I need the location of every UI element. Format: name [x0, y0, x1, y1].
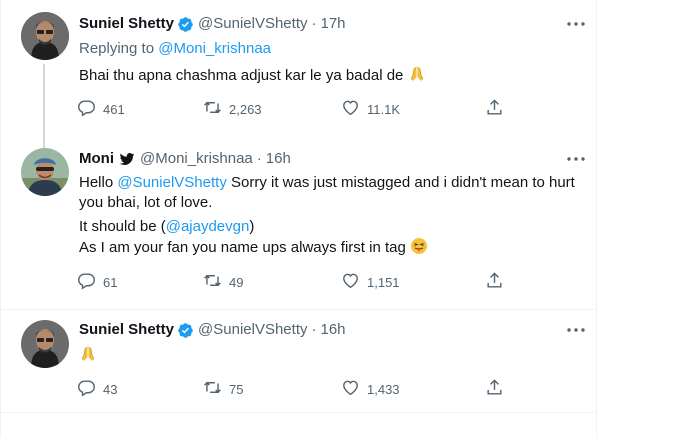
verified-badge-icon: [177, 16, 194, 33]
tweet-header: Suniel Shetty @SunielVShetty · 17h: [79, 14, 346, 34]
share-button[interactable]: [485, 377, 504, 401]
avatar[interactable]: [21, 12, 69, 60]
share-icon: [485, 271, 504, 293]
heart-icon: [341, 271, 360, 293]
reply-button[interactable]: 61: [77, 270, 117, 294]
separator-dot: ·: [256, 150, 262, 167]
thread-connector: [43, 64, 45, 148]
retweet-button[interactable]: 49: [203, 270, 243, 294]
tweet-text-line: you bhai, lot of love.: [79, 193, 575, 213]
like-count: 1,151: [367, 274, 400, 290]
replying-to-label: Replying to: [79, 40, 155, 57]
retweet-count: 2,263: [229, 101, 262, 117]
reply-count: 461: [103, 101, 125, 117]
retweet-icon: [203, 98, 222, 120]
user-handle[interactable]: @Moni_krishnaa: [140, 149, 253, 169]
separator-dot: ·: [311, 321, 317, 338]
reply-button[interactable]: 461: [77, 97, 125, 121]
frame-border-right: [596, 0, 597, 438]
text-segment: ): [249, 218, 255, 235]
timestamp[interactable]: 16h: [320, 320, 345, 340]
user-handle[interactable]: @SunielVShetty: [198, 14, 307, 34]
more-options-icon[interactable]: [565, 14, 587, 34]
timestamp[interactable]: 17h: [320, 14, 345, 34]
tweet-body: [79, 345, 97, 369]
reply-icon: [77, 98, 96, 120]
display-name[interactable]: Suniel Shetty: [79, 14, 174, 34]
folded-hands-emoji-icon: [79, 345, 97, 369]
tweet-actions: 43 75 1,433: [73, 377, 513, 401]
verified-badge-icon: [177, 322, 194, 339]
mention-link[interactable]: @SunielVShetty: [117, 174, 226, 191]
tweet-text-line: Bhai thu apna chashma adjust kar le ya b…: [79, 65, 426, 89]
share-icon: [485, 378, 504, 400]
mention-link[interactable]: @Moni_krishnaa: [158, 40, 271, 57]
tweet-header: Moni @Moni_krishnaa · 16h: [79, 149, 291, 169]
display-name[interactable]: Suniel Shetty: [79, 320, 174, 340]
tweet-actions: 61 49 1,151: [73, 270, 513, 294]
frame-border-left: [0, 0, 1, 438]
like-count: 11.1K: [367, 101, 401, 117]
display-name[interactable]: Moni: [79, 149, 114, 169]
reply-button[interactable]: 43: [77, 377, 117, 401]
text-segment: As I am your fan you name ups always fir…: [79, 239, 406, 256]
separator-dot: ·: [311, 15, 317, 32]
tweet-text-line: Hello @SunielVShetty Sorry it was just m…: [79, 173, 575, 193]
share-button[interactable]: [485, 270, 504, 294]
tweet-header: Suniel Shetty @SunielVShetty · 16h: [79, 320, 346, 340]
text-segment: Sorry it was just mistagged and i didn't…: [230, 174, 575, 191]
mention-link[interactable]: @ajaydevgn: [166, 218, 250, 235]
tweet-actions: 461 2,263 11.1K: [73, 97, 513, 121]
twitter-bird-icon: [119, 151, 136, 168]
reply-count: 43: [103, 381, 118, 397]
avatar[interactable]: [21, 320, 69, 368]
tweet-body: Replying to @Moni_krishnaa Bhai thu apna…: [79, 39, 426, 89]
timestamp[interactable]: 16h: [266, 149, 291, 169]
tweet-divider: [1, 309, 596, 310]
folded-hands-emoji-icon: [408, 65, 426, 89]
like-button[interactable]: 11.1K: [341, 97, 400, 121]
reply-icon: [77, 378, 96, 400]
retweet-count: 75: [229, 381, 244, 397]
more-options-icon[interactable]: [565, 320, 587, 340]
user-handle[interactable]: @SunielVShetty: [198, 320, 307, 340]
retweet-icon: [203, 378, 222, 400]
tweet-divider: [1, 412, 596, 413]
retweet-button[interactable]: 2,263: [203, 97, 262, 121]
text-segment: Hello: [79, 174, 114, 191]
tweet-body: Hello @SunielVShetty Sorry it was just m…: [79, 173, 575, 261]
tweet-text-line: As I am your fan you name ups always fir…: [79, 237, 575, 261]
retweet-count: 49: [229, 274, 244, 290]
text-segment: you bhai, lot of love.: [79, 194, 213, 211]
heart-icon: [341, 378, 360, 400]
share-button[interactable]: [485, 97, 504, 121]
heart-icon: [341, 98, 360, 120]
like-button[interactable]: 1,151: [341, 270, 400, 294]
replying-to-line: Replying to @Moni_krishnaa: [79, 39, 426, 59]
tongue-wink-emoji-icon: [410, 237, 428, 261]
retweet-icon: [203, 271, 222, 293]
tweet-text: Bhai thu apna chashma adjust kar le ya b…: [79, 67, 404, 84]
share-icon: [485, 98, 504, 120]
retweet-button[interactable]: 75: [203, 377, 243, 401]
text-segment: It should be (: [79, 218, 166, 235]
like-count: 1,433: [367, 381, 400, 397]
avatar[interactable]: [21, 148, 69, 196]
like-button[interactable]: 1,433: [341, 377, 400, 401]
more-options-icon[interactable]: [565, 149, 587, 169]
reply-count: 61: [103, 274, 118, 290]
tweet-text-line: It should be (@ajaydevgn): [79, 217, 575, 237]
reply-icon: [77, 271, 96, 293]
